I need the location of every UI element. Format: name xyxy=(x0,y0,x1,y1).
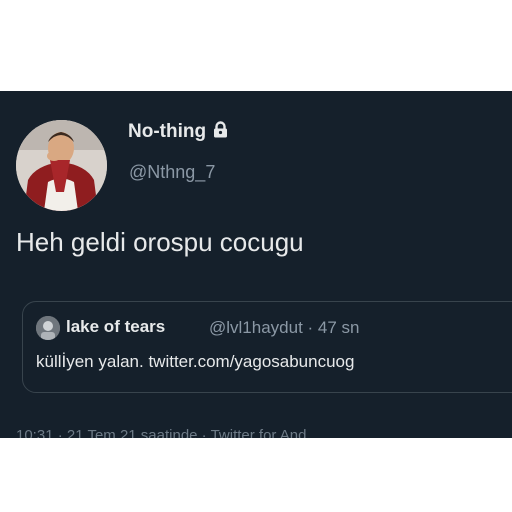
quoted-author-meta: @lvl1haydut · 47 sn xyxy=(209,318,360,337)
author-photo xyxy=(16,120,107,211)
author-name-text: No-thing xyxy=(128,121,207,142)
author-name[interactable]: No-thing xyxy=(128,121,228,144)
tweet-timestamp: 10:31 · 21 Tem 21 saatinde · Twitter for… xyxy=(16,427,307,438)
tweet-text: Heh geldi orospu cocugu xyxy=(16,227,304,257)
quoted-author-avatar xyxy=(36,316,60,340)
quoted-tweet[interactable]: lake of tears @lvl1haydut · 47 sn küllİy… xyxy=(22,301,512,393)
tweet-card: No-thing @Nthng_7 Heh geldi orospu cocug… xyxy=(0,91,512,438)
author-handle[interactable]: @Nthng_7 xyxy=(129,162,215,183)
lock-icon xyxy=(213,121,228,144)
quoted-author-name: lake of tears xyxy=(66,317,166,336)
quoted-tweet-text: küllİyen yalan. twitter.com/yagosabuncuo… xyxy=(36,352,355,371)
author-avatar[interactable] xyxy=(16,120,107,211)
